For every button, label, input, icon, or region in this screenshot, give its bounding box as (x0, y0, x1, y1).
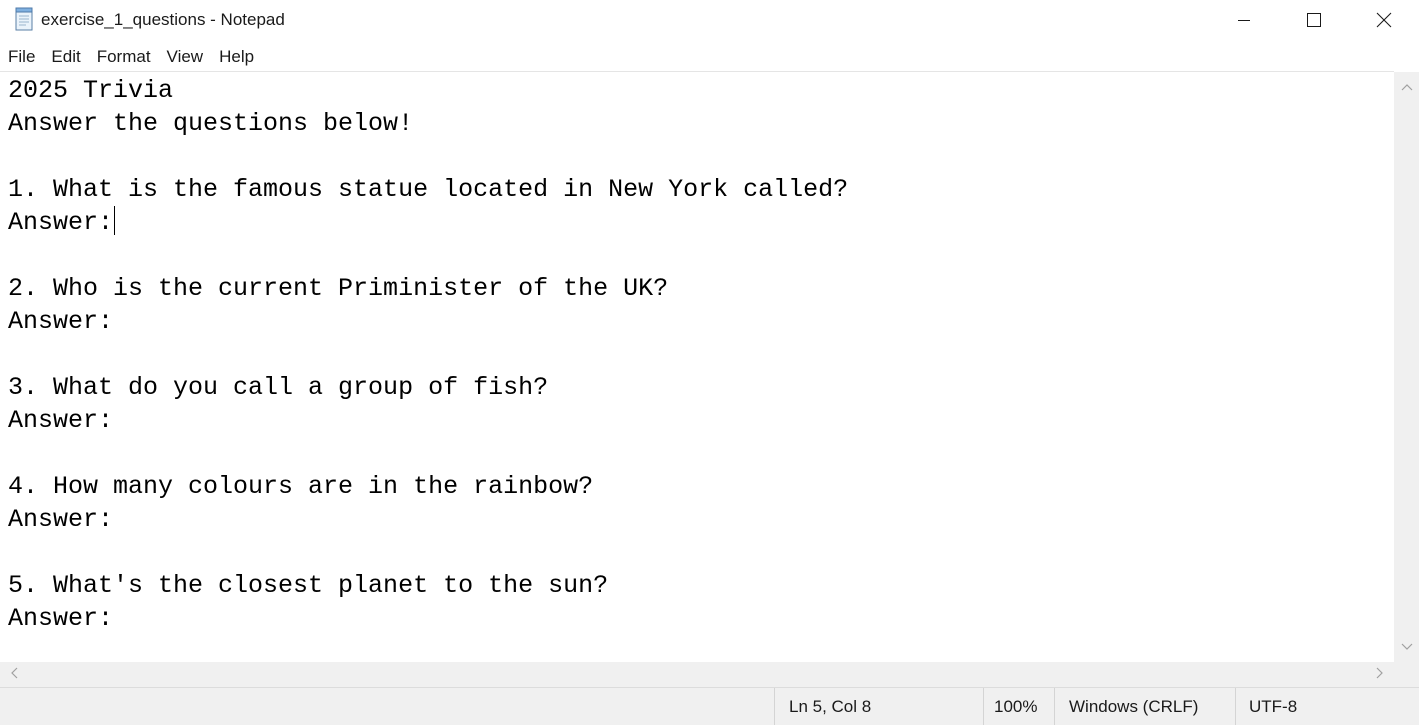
editor-line: Answer: (8, 604, 114, 633)
maximize-icon (1306, 12, 1322, 28)
editor-line: Answer: (8, 307, 114, 336)
close-button[interactable] (1349, 0, 1419, 40)
menu-bar: File Edit Format View Help (0, 44, 262, 70)
editor-line: 3. What do you call a group of fish? (8, 373, 549, 402)
notepad-icon (13, 7, 35, 31)
scroll-down-button[interactable] (1394, 632, 1419, 662)
title-bar[interactable]: exercise_1_questions - Notepad (0, 0, 1419, 40)
horizontal-scrollbar[interactable] (0, 662, 1394, 687)
close-icon (1376, 12, 1392, 28)
scrollbar-corner (1394, 662, 1419, 687)
menu-help[interactable]: Help (211, 44, 262, 70)
menu-file[interactable]: File (0, 44, 43, 70)
menu-edit[interactable]: Edit (43, 44, 88, 70)
text-editor[interactable]: 2025 Trivia Answer the questions below! … (0, 71, 1394, 663)
editor-line: 4. How many colours are in the rainbow? (8, 472, 594, 501)
chevron-down-icon (1401, 638, 1413, 656)
editor-line: 2. Who is the current Priminister of the… (8, 274, 669, 303)
editor-line: Answer: (8, 208, 114, 237)
status-encoding: UTF-8 (1235, 688, 1419, 725)
editor-content[interactable]: 2025 Trivia Answer the questions below! … (8, 74, 848, 635)
editor-line: Answer the questions below! (8, 109, 414, 138)
menu-view[interactable]: View (159, 44, 212, 70)
status-bar: Ln 5, Col 8 100% Windows (CRLF) UTF-8 (0, 687, 1419, 725)
scroll-left-button[interactable] (0, 662, 28, 687)
chevron-left-icon (10, 666, 18, 684)
chevron-up-icon (1401, 78, 1413, 96)
status-zoom: 100% (983, 688, 1054, 725)
editor-line: Answer: (8, 406, 114, 435)
editor-line: 5. What's the closest planet to the sun? (8, 571, 609, 600)
scroll-up-button[interactable] (1394, 72, 1419, 102)
editor-line: Answer: (8, 505, 114, 534)
minimize-icon (1237, 13, 1251, 27)
status-line-ending: Windows (CRLF) (1054, 688, 1235, 725)
vertical-scrollbar[interactable] (1394, 72, 1419, 662)
scroll-right-button[interactable] (1366, 662, 1394, 687)
notepad-window: exercise_1_questions - Notepad File Edit… (0, 0, 1419, 725)
status-cursor-position: Ln 5, Col 8 (774, 688, 983, 725)
editor-line: 2025 Trivia (8, 76, 174, 105)
chevron-right-icon (1376, 666, 1384, 684)
menu-format[interactable]: Format (89, 44, 159, 70)
window-title: exercise_1_questions - Notepad (41, 10, 285, 29)
maximize-button[interactable] (1279, 0, 1349, 40)
minimize-button[interactable] (1209, 0, 1279, 40)
editor-line: 1. What is the famous statue located in … (8, 175, 849, 204)
text-caret (114, 206, 116, 235)
